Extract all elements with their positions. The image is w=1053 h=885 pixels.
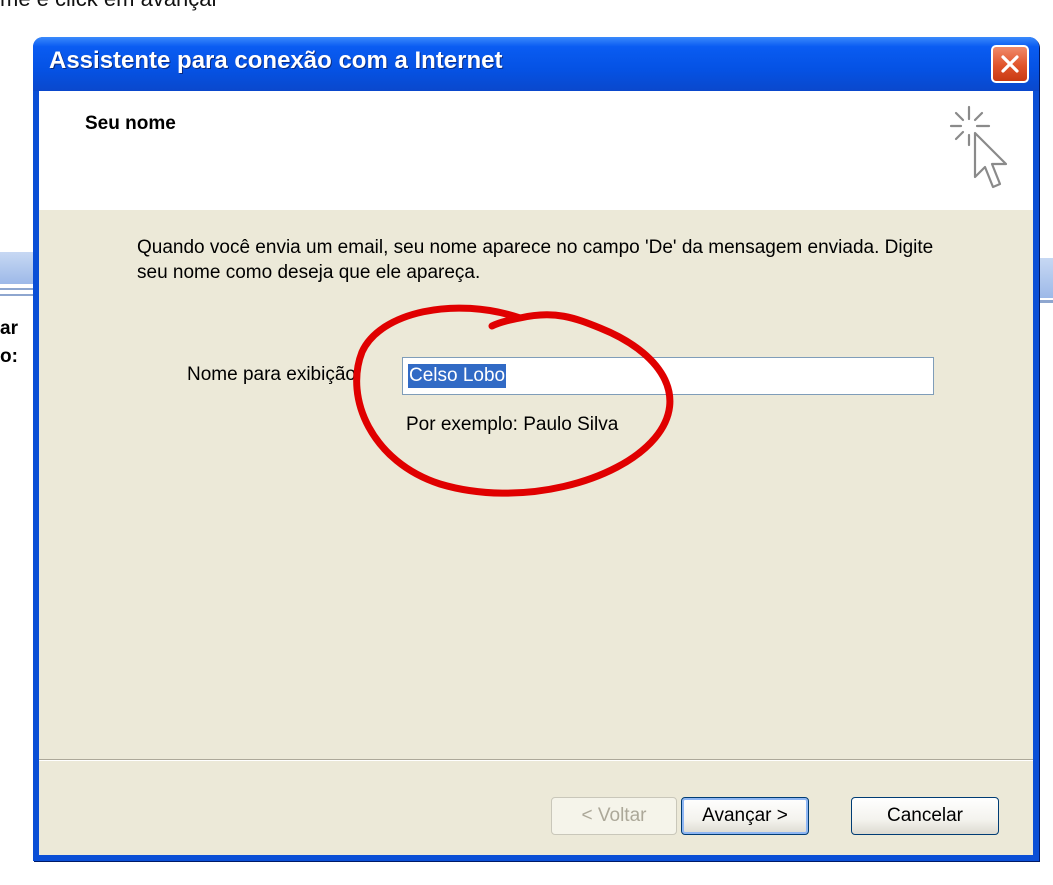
cancel-button[interactable]: Cancelar (851, 797, 999, 835)
display-name-label: Nome para exibição: (187, 364, 362, 385)
page-title: Seu nome (85, 113, 176, 134)
dialog-client-area: Seu nome Quando você envia um email, seu… (39, 91, 1033, 855)
next-button[interactable]: Avançar > (681, 797, 809, 835)
footer-separator (39, 759, 1033, 761)
header-separator (39, 209, 1033, 210)
background-window-label: o: (0, 346, 18, 367)
close-icon (1001, 55, 1019, 73)
close-button[interactable] (991, 45, 1029, 83)
title-bar[interactable]: Assistente para conexão com a Internet (33, 37, 1039, 91)
top-caption: me e click em avançar (0, 0, 219, 12)
window-title: Assistente para conexão com a Internet (49, 47, 503, 74)
display-name-input[interactable]: Celso Lobo (402, 357, 934, 395)
screenshot-stage: me e click em avançar ar o: Assistente p… (0, 0, 1053, 885)
back-button[interactable]: < Voltar (551, 797, 677, 835)
example-hint: Por exemplo: Paulo Silva (406, 414, 619, 435)
display-name-selected-text: Celso Lobo (408, 364, 507, 388)
wizard-cursor-sparkle-icon (949, 105, 1008, 189)
connection-wizard-dialog: Assistente para conexão com a Internet S… (33, 37, 1039, 861)
background-window-label: ar (0, 318, 18, 339)
instruction-text: Quando você envia um email, seu nome apa… (137, 237, 934, 283)
wizard-header-panel: Seu nome (39, 91, 1033, 210)
